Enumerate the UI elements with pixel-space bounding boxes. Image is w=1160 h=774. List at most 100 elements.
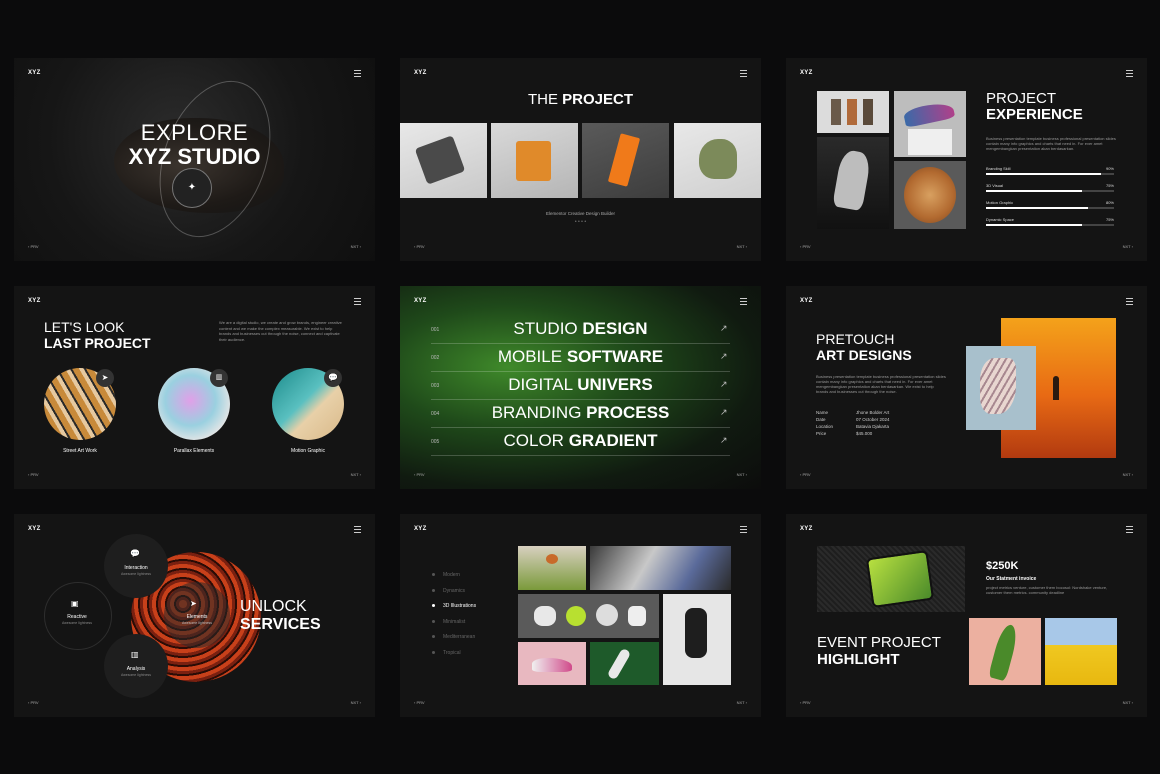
- prev-button[interactable]: ‹ PRV: [414, 244, 425, 249]
- detail-key: Name: [816, 410, 829, 415]
- category-item[interactable]: Mediterranean: [432, 634, 476, 650]
- skill-percent: 75%: [1105, 217, 1114, 222]
- project-image-1: [400, 123, 487, 198]
- next-button[interactable]: NXT ›: [737, 244, 747, 249]
- prev-button[interactable]: ‹ PRV: [28, 700, 39, 705]
- prev-button[interactable]: ‹ PRV: [800, 244, 811, 249]
- description: We are a digital studio, we create and g…: [219, 320, 342, 342]
- send-icon[interactable]: ➤: [96, 369, 114, 387]
- slide-title: LET'S LOOK LAST PROJECT: [44, 319, 151, 351]
- menu-icon[interactable]: [1126, 70, 1133, 77]
- menu-icon[interactable]: [354, 70, 361, 77]
- next-button[interactable]: NXT ›: [1123, 472, 1133, 477]
- next-button[interactable]: NXT ›: [351, 472, 361, 477]
- 3d-objects-image: [518, 594, 659, 638]
- skill-progress-fill: [986, 173, 1102, 175]
- pagination-dots[interactable]: • • • •: [400, 219, 761, 225]
- prev-button[interactable]: ‹ PRV: [800, 472, 811, 477]
- next-button[interactable]: NXT ›: [1123, 700, 1133, 705]
- row-divider: [431, 371, 730, 372]
- menu-icon[interactable]: [740, 70, 747, 77]
- next-button[interactable]: NXT ›: [737, 700, 747, 705]
- skill-progress-bar: [986, 224, 1114, 226]
- next-button[interactable]: NXT ›: [351, 700, 361, 705]
- bullet-icon: [432, 635, 435, 639]
- skill-progress-fill: [986, 190, 1082, 192]
- arrow-up-right-icon[interactable]: ↗: [720, 379, 728, 390]
- detail-row: Date 07 October 2024: [816, 417, 946, 424]
- category-item[interactable]: Tropical: [432, 650, 476, 666]
- bullet-icon: [432, 650, 435, 654]
- skill-progress-bar: [986, 207, 1114, 209]
- category-item[interactable]: Minimalist: [432, 619, 476, 635]
- prev-button[interactable]: ‹ PRV: [414, 700, 425, 705]
- vr-person-image: [663, 594, 731, 685]
- node-title: Interaction: [124, 565, 148, 571]
- slide-services-list[interactable]: XYZ 001 STUDIO DESIGN ↗ 002 MOBILE SOFTWARE ↗…: [400, 286, 761, 489]
- arrow-up-right-icon[interactable]: ↗: [720, 351, 728, 362]
- title-line1: UNLOCK: [240, 598, 307, 615]
- prev-button[interactable]: ‹ PRV: [28, 472, 39, 477]
- detail-value: Jhone Bolder Art: [856, 410, 890, 415]
- prev-button[interactable]: ‹ PRV: [414, 472, 425, 477]
- service-row[interactable]: COLOR GRADIENT: [400, 430, 761, 452]
- arrow-up-right-icon[interactable]: ↗: [720, 323, 728, 334]
- arrow-up-right-icon[interactable]: ↗: [720, 435, 728, 446]
- slide-event-highlight[interactable]: XYZ $250K Our Statment invoice project m…: [786, 514, 1147, 717]
- skill-row: 3D Visual 75%: [986, 183, 1114, 196]
- node-sub: Awesome lightness: [120, 673, 152, 677]
- skill-row: Dynamic Space 75%: [986, 217, 1114, 230]
- slide-the-project[interactable]: XYZ THE PROJECT Elementor Creative Desig…: [400, 58, 761, 261]
- brand-logo: XYZ: [414, 526, 427, 532]
- menu-icon[interactable]: [354, 526, 361, 533]
- next-button[interactable]: NXT ›: [1123, 244, 1133, 249]
- slide-last-project[interactable]: XYZ LET'S LOOK LAST PROJECT We are a dig…: [14, 286, 375, 489]
- description: Business presentation template business …: [986, 136, 1116, 151]
- chat-icon[interactable]: 💬: [324, 369, 342, 387]
- menu-icon[interactable]: [1126, 526, 1133, 533]
- next-button[interactable]: NXT ›: [737, 472, 747, 477]
- chart-icon[interactable]: ▥: [210, 369, 228, 387]
- brand-logo: XYZ: [800, 70, 813, 76]
- category-item[interactable]: 3D Illustrations: [432, 603, 476, 619]
- detail-key: Location: [816, 424, 834, 429]
- menu-icon[interactable]: [1126, 298, 1133, 305]
- item-label: Street Art Work: [63, 448, 97, 454]
- node-sub: Awesome lightness: [120, 572, 152, 576]
- detail-row: Location Batavia Djakarta: [816, 424, 946, 431]
- category-item[interactable]: Modern: [432, 572, 476, 588]
- arrow-up-right-icon[interactable]: ↗: [720, 407, 728, 418]
- brand-logo: XYZ: [800, 526, 813, 532]
- slide-explore[interactable]: XYZ ✦ EXPLORE XYZ STUDIO ‹ PRV NXT ›: [14, 58, 375, 261]
- title-bold: PROJECT: [562, 91, 634, 108]
- menu-icon[interactable]: [354, 298, 361, 305]
- slide-title: PROJECT EXPERIENCE: [986, 91, 1083, 123]
- menu-icon[interactable]: [740, 526, 747, 533]
- service-row[interactable]: MOBILE SOFTWARE: [400, 346, 761, 368]
- prev-button[interactable]: ‹ PRV: [28, 244, 39, 249]
- briefcase-icon: ▣: [71, 599, 79, 608]
- service-row[interactable]: STUDIO DESIGN: [400, 318, 761, 340]
- butterfly-image: [518, 546, 586, 590]
- service-thin: MOBILE: [497, 347, 563, 366]
- prev-button[interactable]: ‹ PRV: [800, 700, 811, 705]
- slide-title: UNLOCK SERVICES: [240, 598, 321, 634]
- slide-pretouch-art[interactable]: XYZ PRETOUCH ART DESIGNS Business presen…: [786, 286, 1147, 489]
- category-item[interactable]: Dynamics: [432, 588, 476, 604]
- next-button[interactable]: NXT ›: [351, 244, 361, 249]
- bullet-icon: [432, 573, 435, 577]
- service-thin: STUDIO: [513, 319, 578, 338]
- node-sub: Awesome lightness: [61, 621, 93, 625]
- service-row[interactable]: BRANDING PROCESS: [400, 402, 761, 424]
- slide-project-experience[interactable]: XYZ PROJECT EXPERIENCE Business presenta…: [786, 58, 1147, 261]
- detail-value: $45.000: [856, 431, 873, 436]
- service-row[interactable]: DIGITAL UNIVERS: [400, 374, 761, 396]
- description: project metrics venture, customer them b…: [986, 585, 1108, 595]
- slide-unlock-services[interactable]: XYZ 💬 Interaction Awesome lightness ▣ Re…: [14, 514, 375, 717]
- item-label: Motion Graphic: [291, 448, 325, 454]
- slide-gallery-categories[interactable]: XYZ Modern Dynamics 3D Illustrations Minima…: [400, 514, 761, 717]
- menu-icon[interactable]: [740, 298, 747, 305]
- chat-icon: 💬: [130, 549, 140, 558]
- node-title: Reactive: [67, 614, 87, 620]
- category-label: Dynamics: [443, 587, 465, 594]
